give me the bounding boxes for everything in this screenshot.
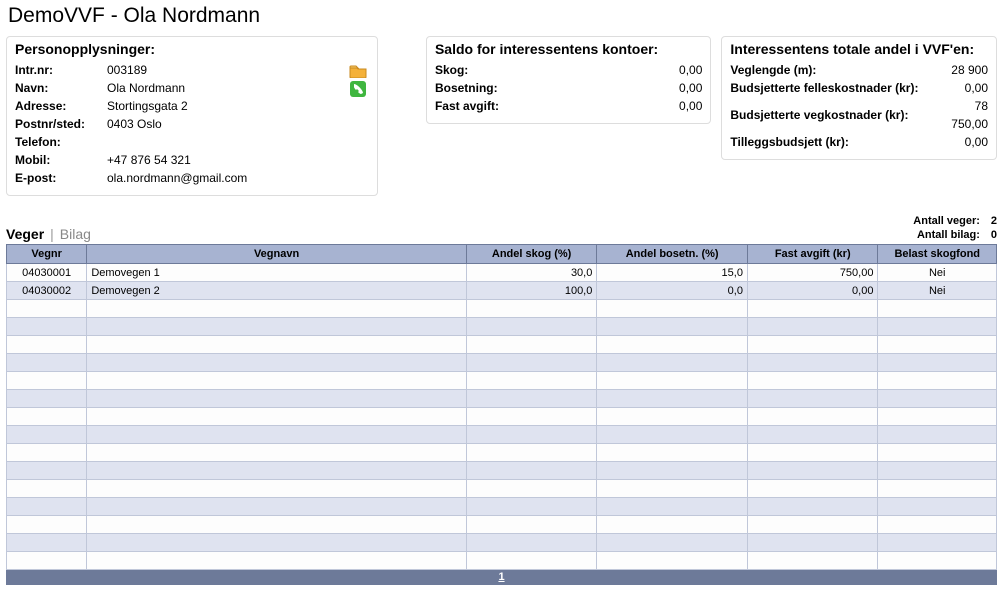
th-skog[interactable]: Andel skog (%) xyxy=(466,245,597,264)
label-telefon: Telefon: xyxy=(15,133,107,151)
table-row-empty[interactable] xyxy=(7,552,997,570)
veger-table[interactable]: Vegnr Vegnavn Andel skog (%) Andel boset… xyxy=(6,244,997,570)
label-poststed: Postnr/sted: xyxy=(15,115,107,133)
totale-heading: Interessentens totale andel i VVF'en: xyxy=(730,41,988,57)
person-panel: Personopplysninger: Intr.nr: 003189 Navn… xyxy=(6,36,378,196)
label-adresse: Adresse: xyxy=(15,97,107,115)
tab-bilag[interactable]: Bilag xyxy=(60,226,91,242)
value-tillegg: 0,00 xyxy=(940,133,988,151)
cell-vegnavn[interactable]: Demovegen 1 xyxy=(87,264,467,282)
cell-vegnr[interactable]: 04030002 xyxy=(7,282,87,300)
cell-skog[interactable]: 30,0 xyxy=(466,264,597,282)
value-poststed: 0403 Oslo xyxy=(107,115,369,133)
count-veger-label: Antall veger: xyxy=(913,215,980,227)
table-row-empty[interactable] xyxy=(7,426,997,444)
value-bosetning: 0,00 xyxy=(535,79,702,97)
value-adresse: Stortingsgata 2 xyxy=(107,97,369,115)
value-mobil: +47 876 54 321 xyxy=(107,151,369,169)
value-epost: ola.nordmann@gmail.com xyxy=(107,169,369,187)
value-veglengde: 28 900 xyxy=(940,61,988,79)
counts: Antall veger: 2 Antall bilag: 0 xyxy=(913,214,997,242)
saldo-heading: Saldo for interessentens kontoer: xyxy=(435,41,702,57)
table-row-empty[interactable] xyxy=(7,498,997,516)
table-row[interactable]: 04030001Demovegen 130,015,0750,00Nei xyxy=(7,264,997,282)
label-felles: Budsjetterte felleskostnader (kr): xyxy=(730,79,940,97)
info-panels: Personopplysninger: Intr.nr: 003189 Navn… xyxy=(6,36,997,196)
table-row-empty[interactable] xyxy=(7,354,997,372)
th-bosetn[interactable]: Andel bosetn. (%) xyxy=(597,245,748,264)
table-row-empty[interactable] xyxy=(7,534,997,552)
label-fast: Fast avgift: xyxy=(435,97,535,115)
value-vegkost: 78 750,00 xyxy=(940,97,988,133)
table-row-empty[interactable] xyxy=(7,336,997,354)
count-bilag-label: Antall bilag: xyxy=(917,229,980,241)
table-row-empty[interactable] xyxy=(7,390,997,408)
th-avgift[interactable]: Fast avgift (kr) xyxy=(747,245,878,264)
cell-skog[interactable]: 100,0 xyxy=(466,282,597,300)
label-tillegg: Tilleggsbudsjett (kr): xyxy=(730,133,940,151)
table-row[interactable]: 04030002Demovegen 2100,00,00,00Nei xyxy=(7,282,997,300)
saldo-panel: Saldo for interessentens kontoer: Skog: … xyxy=(426,36,711,124)
table-row-empty[interactable] xyxy=(7,318,997,336)
label-intrnr: Intr.nr: xyxy=(15,61,107,79)
table-header-row: Vegnr Vegnavn Andel skog (%) Andel boset… xyxy=(7,245,997,264)
label-veglengde: Veglengde (m): xyxy=(730,61,940,79)
person-heading: Personopplysninger: xyxy=(15,41,369,57)
th-vegnavn[interactable]: Vegnavn xyxy=(87,245,467,264)
cell-avgift[interactable]: 0,00 xyxy=(747,282,878,300)
label-epost: E-post: xyxy=(15,169,107,187)
table-row-empty[interactable] xyxy=(7,516,997,534)
table-row-empty[interactable] xyxy=(7,480,997,498)
value-intrnr: 003189 xyxy=(107,61,347,79)
page-1-link[interactable]: 1 xyxy=(498,571,504,583)
count-veger-value: 2 xyxy=(983,214,997,228)
label-skog: Skog: xyxy=(435,61,535,79)
label-vegkost: Budsjetterte vegkostnader (kr): xyxy=(730,106,940,124)
label-navn: Navn: xyxy=(15,79,107,97)
tab-veger[interactable]: Veger xyxy=(6,226,44,242)
table-row-empty[interactable] xyxy=(7,408,997,426)
label-mobil: Mobil: xyxy=(15,151,107,169)
table-row-empty[interactable] xyxy=(7,300,997,318)
table-row-empty[interactable] xyxy=(7,462,997,480)
cell-bosetn[interactable]: 15,0 xyxy=(597,264,748,282)
count-bilag-value: 0 xyxy=(983,228,997,242)
folder-icon[interactable] xyxy=(347,61,369,79)
cell-belast[interactable]: Nei xyxy=(878,282,997,300)
table-row-empty[interactable] xyxy=(7,444,997,462)
value-skog: 0,00 xyxy=(535,61,702,79)
phone-icon[interactable] xyxy=(347,79,369,97)
label-bosetning: Bosetning: xyxy=(435,79,535,97)
pager: 1 xyxy=(6,570,997,585)
tab-separator: | xyxy=(50,226,54,242)
cell-vegnr[interactable]: 04030001 xyxy=(7,264,87,282)
cell-vegnavn[interactable]: Demovegen 2 xyxy=(87,282,467,300)
cell-belast[interactable]: Nei xyxy=(878,264,997,282)
page-title: DemoVVF - Ola Nordmann xyxy=(8,4,997,28)
value-fast: 0,00 xyxy=(535,97,702,115)
cell-bosetn[interactable]: 0,0 xyxy=(597,282,748,300)
tab-line: Veger | Bilag Antall veger: 2 Antall bil… xyxy=(6,214,997,242)
value-navn: Ola Nordmann xyxy=(107,79,347,97)
table-row-empty[interactable] xyxy=(7,372,997,390)
th-belast[interactable]: Belast skogfond xyxy=(878,245,997,264)
value-felles: 0,00 xyxy=(940,79,988,97)
cell-avgift[interactable]: 750,00 xyxy=(747,264,878,282)
th-vegnr[interactable]: Vegnr xyxy=(7,245,87,264)
totale-panel: Interessentens totale andel i VVF'en: Ve… xyxy=(721,36,997,160)
